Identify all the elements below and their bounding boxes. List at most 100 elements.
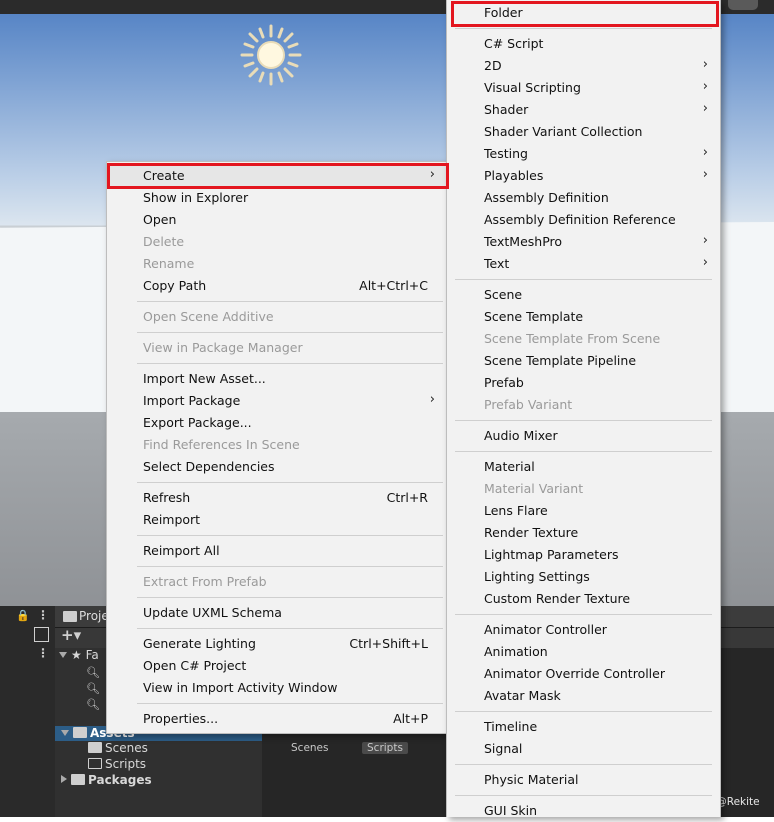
menu-item-label: Animator Override Controller [484,666,665,681]
menu-item-assembly-definition-reference[interactable]: Assembly Definition Reference [447,209,720,231]
favorites-item[interactable]: ★ Fa [59,648,99,662]
menu-item-textmeshpro[interactable]: TextMeshPro › [447,231,720,253]
search-icon[interactable]: 🔍︎ [86,698,100,711]
menu-item-shader[interactable]: Shader › [447,99,720,121]
menu-item-label: Prefab [484,375,524,390]
menu-item-label: Visual Scripting [484,80,581,95]
menu-item-refresh[interactable]: Refresh Ctrl+R [107,487,447,509]
menu-item-material[interactable]: Material [447,456,720,478]
menu-item-import-new-asset[interactable]: Import New Asset... [107,368,447,390]
menu-item-label: Reimport All [143,543,220,558]
menu-separator [137,703,443,704]
menu-item-open[interactable]: Open [107,209,447,231]
menu-separator [455,764,712,765]
layout-icon[interactable] [34,627,49,642]
kebab-menu-icon[interactable]: ⋮ [37,608,49,622]
menu-separator [455,711,712,712]
menu-item-label: Reimport [143,512,201,527]
menu-item-scene[interactable]: Scene [447,284,720,306]
menu-item-animator-controller[interactable]: Animator Controller [447,619,720,641]
folder-icon [63,611,77,622]
directional-light-icon[interactable] [238,22,304,88]
chevron-right-icon: › [429,167,435,182]
lock-icon[interactable]: 🔒 [16,609,30,622]
menu-item-prefab-variant: Prefab Variant [447,394,720,416]
menu-item-label: C# Script [484,36,544,51]
menu-item-label: Show in Explorer [143,190,249,205]
menu-item-scene-template-pipeline[interactable]: Scene Template Pipeline [447,350,720,372]
menu-separator [137,535,443,536]
kebab-menu-icon[interactable]: ⋮ [37,646,49,660]
search-icon[interactable]: 🔍︎ [86,682,100,695]
menu-separator [455,279,712,280]
scene-gizmo-toggle[interactable] [728,0,758,10]
menu-item-label: Select Dependencies [143,459,275,474]
menu-item-text[interactable]: Text › [447,253,720,275]
menu-item-gui-skin[interactable]: GUI Skin [447,800,720,822]
menu-item-label: Assembly Definition Reference [484,212,676,227]
add-icon[interactable]: +▾ [61,626,81,644]
menu-item-select-dependencies[interactable]: Select Dependencies [107,456,447,478]
menu-item-delete: Delete [107,231,447,253]
menu-item-label: Rename [143,256,195,271]
menu-item-shader-variant-collection[interactable]: Shader Variant Collection [447,121,720,143]
chevron-right-icon: › [702,255,708,270]
menu-item-update-uxml-schema[interactable]: Update UXML Schema [107,602,447,624]
menu-item-render-texture[interactable]: Render Texture [447,522,720,544]
menu-item-folder[interactable]: Folder [447,2,720,24]
menu-item-audio-mixer[interactable]: Audio Mixer [447,425,720,447]
menu-item-c-script[interactable]: C# Script [447,33,720,55]
menu-item-create[interactable]: Create › [107,165,447,187]
menu-item-playables[interactable]: Playables › [447,165,720,187]
menu-item-label: Assembly Definition [484,190,609,205]
grid-item-scenes[interactable]: Scenes [291,742,328,754]
menu-item-label: Open C# Project [143,658,247,673]
menu-item-testing[interactable]: Testing › [447,143,720,165]
menu-item-timeline[interactable]: Timeline [447,716,720,738]
tree-item-scripts-label: Scripts [105,757,147,771]
menu-item-import-package[interactable]: Import Package › [107,390,447,412]
tree-item-packages[interactable]: Packages [61,773,152,787]
menu-item-label: Testing [484,146,528,161]
menu-item-label: 2D [484,58,502,73]
tree-item-scripts[interactable]: Scripts [88,757,146,771]
menu-item-lightmap-parameters[interactable]: Lightmap Parameters [447,544,720,566]
menu-item-show-in-explorer[interactable]: Show in Explorer [107,187,447,209]
menu-item-lighting-settings[interactable]: Lighting Settings [447,566,720,588]
menu-item-reimport-all[interactable]: Reimport All [107,540,447,562]
menu-separator [455,28,712,29]
menu-item-view-in-import-activity-window[interactable]: View in Import Activity Window [107,677,447,699]
menu-separator [455,795,712,796]
menu-item-label: Lighting Settings [484,569,590,584]
menu-item-animation[interactable]: Animation [447,641,720,663]
menu-item-generate-lighting[interactable]: Generate Lighting Ctrl+Shift+L [107,633,447,655]
menu-item-assembly-definition[interactable]: Assembly Definition [447,187,720,209]
menu-item-prefab[interactable]: Prefab [447,372,720,394]
menu-item-label: Import Package [143,393,241,408]
menu-item-label: Animation [484,644,548,659]
menu-item-properties[interactable]: Properties... Alt+P [107,708,447,730]
assets-context-menu: Create › Show in Explorer Open Delete Rename C… [106,161,448,734]
menu-item-animator-override-controller[interactable]: Animator Override Controller [447,663,720,685]
grid-item-scripts[interactable]: Scripts [362,742,408,754]
star-icon: ★ [71,648,82,662]
menu-item-scene-template[interactable]: Scene Template [447,306,720,328]
menu-item-2d[interactable]: 2D › [447,55,720,77]
menu-item-visual-scripting[interactable]: Visual Scripting › [447,77,720,99]
menu-item-lens-flare[interactable]: Lens Flare [447,500,720,522]
menu-item-open-c-project[interactable]: Open C# Project [107,655,447,677]
menu-item-avatar-mask[interactable]: Avatar Mask [447,685,720,707]
menu-item-copy-path[interactable]: Copy Path Alt+Ctrl+C [107,275,447,297]
menu-item-export-package[interactable]: Export Package... [107,412,447,434]
menu-item-custom-render-texture[interactable]: Custom Render Texture [447,588,720,610]
menu-item-extract-from-prefab: Extract From Prefab [107,571,447,593]
menu-item-label: Custom Render Texture [484,591,631,606]
menu-item-physic-material[interactable]: Physic Material [447,769,720,791]
chevron-right-icon: › [702,233,708,248]
menu-item-reimport[interactable]: Reimport [107,509,447,531]
search-icon[interactable]: 🔍︎ [86,666,100,679]
tree-item-scenes[interactable]: Scenes [88,741,148,755]
menu-item-label: Audio Mixer [484,428,558,443]
menu-item-signal[interactable]: Signal [447,738,720,760]
menu-item-find-references-in-scene: Find References In Scene [107,434,447,456]
